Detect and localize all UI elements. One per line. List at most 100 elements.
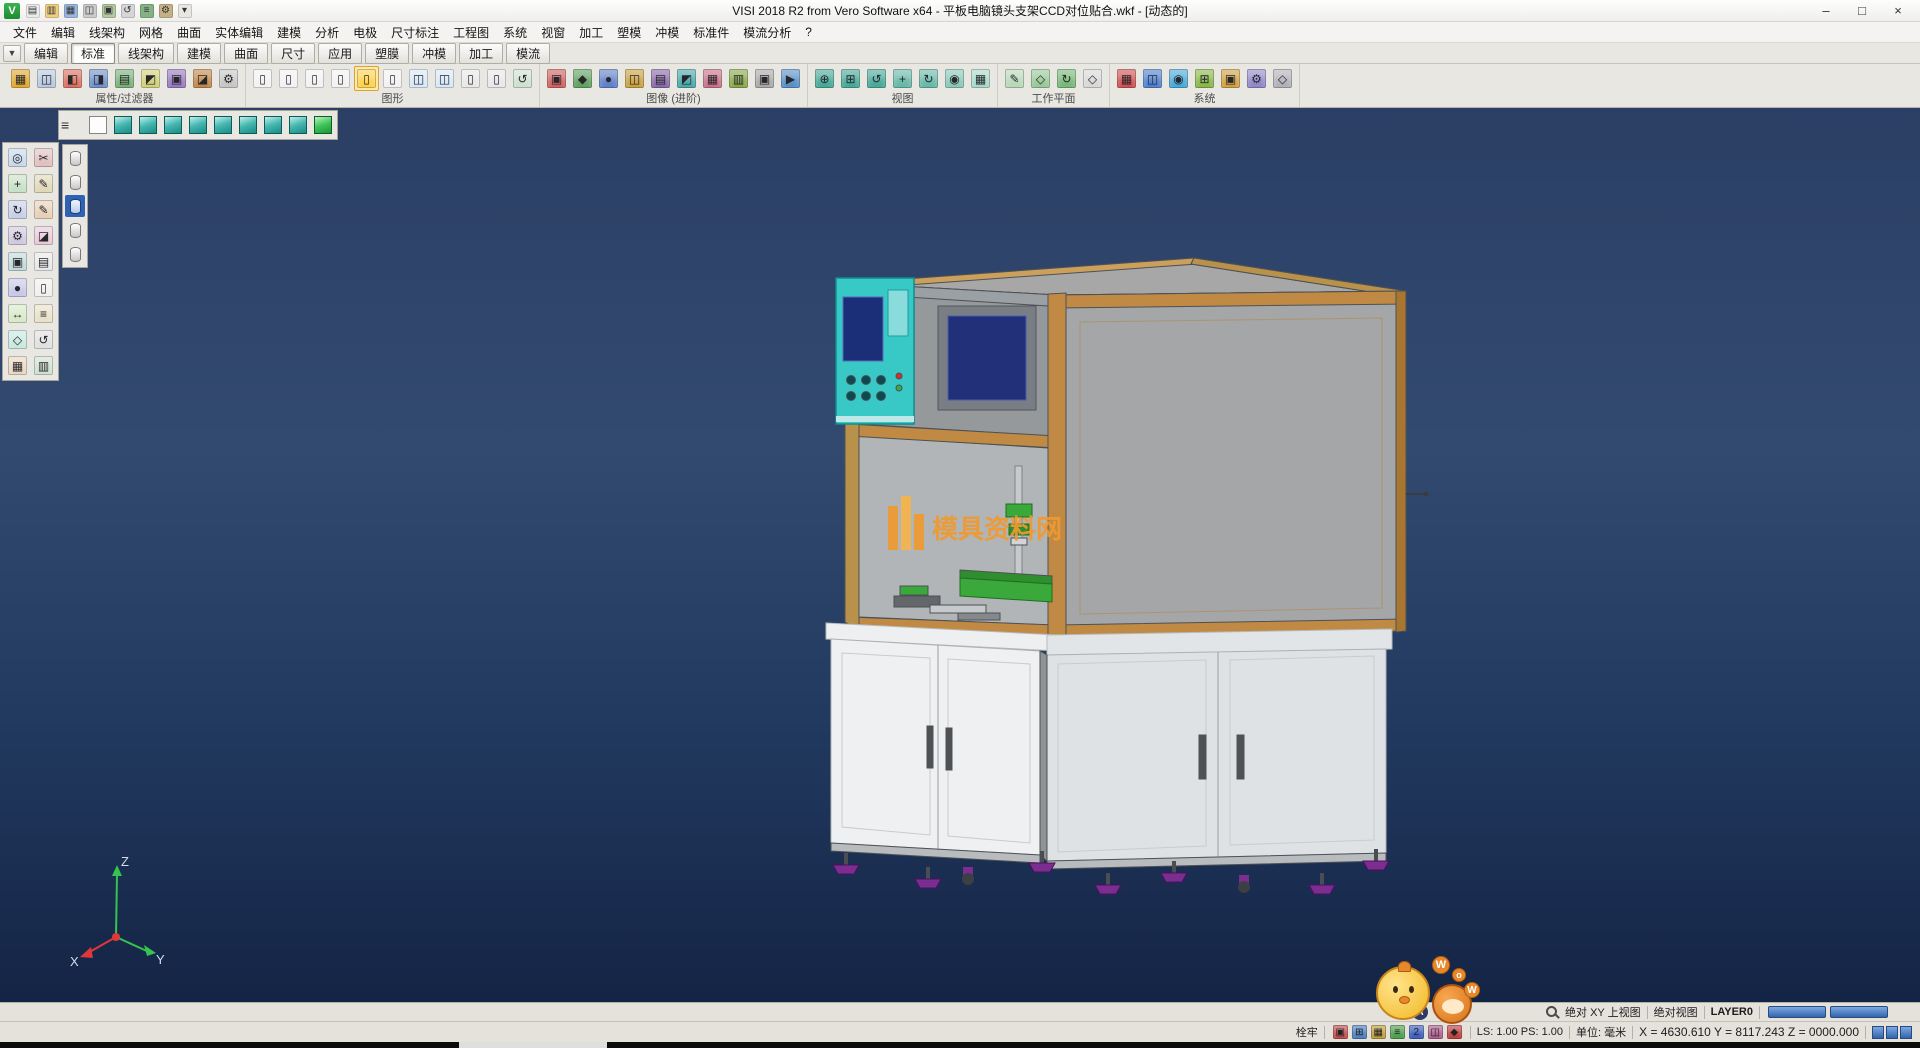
render-icon[interactable]: ▣: [544, 66, 569, 91]
right-view-icon[interactable]: [286, 113, 310, 137]
menu-die[interactable]: 冲模: [648, 22, 686, 43]
shaded-display-icon[interactable]: ▯: [276, 66, 301, 91]
zoom-previous-icon[interactable]: ↺: [864, 66, 889, 91]
os-taskbar[interactable]: [0, 1042, 1920, 1048]
solid-box-icon[interactable]: ▣: [5, 249, 30, 274]
tab-application[interactable]: 应用: [318, 43, 362, 64]
view-manager-icon[interactable]: ▦: [968, 66, 993, 91]
redraw-icon[interactable]: ↺: [510, 66, 535, 91]
tab-dropdown-button[interactable]: ▼: [3, 45, 21, 62]
absolute-view-label[interactable]: 绝对视图: [1654, 1004, 1698, 1020]
edit-point-icon[interactable]: ✎: [31, 171, 56, 196]
tab-modeling[interactable]: 建模: [177, 43, 221, 64]
color-edit-icon[interactable]: ◧: [60, 66, 85, 91]
match-properties-icon[interactable]: ⚙: [216, 66, 241, 91]
tab-surface[interactable]: 曲面: [224, 43, 268, 64]
snap-icon[interactable]: ⊞: [1350, 1024, 1369, 1041]
dynamic-iso-view-icon[interactable]: [311, 113, 335, 137]
snapshot-icon[interactable]: ▣: [752, 66, 777, 91]
zoom-extents-icon[interactable]: ⊕: [812, 66, 837, 91]
tab-dimension[interactable]: 尺寸: [271, 43, 315, 64]
pan-icon[interactable]: +: [890, 66, 915, 91]
modify-icon[interactable]: ⚙: [5, 223, 30, 248]
menu-electrode[interactable]: 电极: [346, 22, 384, 43]
menu-window[interactable]: 视窗: [534, 22, 572, 43]
viewport-canvas[interactable]: Z X Y 模具资料网: [0, 108, 1920, 1002]
tab-edit[interactable]: 编辑: [24, 43, 68, 64]
transparency-icon[interactable]: ▯: [354, 66, 379, 91]
scene-icon[interactable]: ▥: [726, 66, 751, 91]
sketch-icon[interactable]: ✎: [31, 197, 56, 222]
preview-icon[interactable]: ▣: [100, 2, 117, 19]
iso-view-sw-icon[interactable]: [186, 113, 210, 137]
front-view-icon[interactable]: [211, 113, 235, 137]
section-view-icon[interactable]: ▯: [380, 66, 405, 91]
box-wire-icon[interactable]: ◇: [5, 327, 30, 352]
viewbar-menu-icon[interactable]: ≡: [61, 113, 85, 137]
zoom-window-icon[interactable]: ⊞: [838, 66, 863, 91]
screen-config-icon[interactable]: ◫: [1140, 66, 1165, 91]
tab-machining[interactable]: 加工: [459, 43, 503, 64]
workplane-align-icon[interactable]: ◇: [1028, 66, 1053, 91]
blank-icon[interactable]: ▯: [458, 66, 483, 91]
workplane-rotate-icon[interactable]: ↻: [1054, 66, 1079, 91]
tab-mold[interactable]: 塑膜: [365, 43, 409, 64]
palette-icon[interactable]: ▦: [5, 353, 30, 378]
camera-icon[interactable]: ◫: [622, 66, 647, 91]
mask-icon[interactable]: ◩: [138, 66, 163, 91]
magnify-icon[interactable]: ◎: [5, 145, 30, 170]
filter-surfaces-icon[interactable]: [65, 195, 85, 217]
more-commands-icon[interactable]: ▾: [176, 2, 193, 19]
menu-machining[interactable]: 加工: [572, 22, 610, 43]
filter-points-icon[interactable]: [65, 171, 85, 193]
show-elements-icon[interactable]: ◫: [406, 66, 431, 91]
dynamic-view-icon[interactable]: ◉: [942, 66, 967, 91]
measure-icon[interactable]: ≡: [31, 301, 56, 326]
menu-wireframe[interactable]: 线架构: [82, 22, 132, 43]
rotate-view-icon[interactable]: ↻: [916, 66, 941, 91]
back-view-icon[interactable]: [236, 113, 260, 137]
settings-icon[interactable]: ⚙: [157, 2, 174, 19]
snap-settings-icon[interactable]: ▣: [1218, 66, 1243, 91]
tab-wireframe[interactable]: 线架构: [118, 43, 174, 64]
element-filter-icon[interactable]: ▤: [112, 66, 137, 91]
dynamic-hide-icon[interactable]: ▯: [328, 66, 353, 91]
search-icon[interactable]: [1546, 1006, 1557, 1017]
menu-system[interactable]: 系统: [496, 22, 534, 43]
machine-3d-model[interactable]: [826, 258, 1429, 894]
rotate-icon[interactable]: ↻: [5, 197, 30, 222]
close-button[interactable]: ×: [1880, 1, 1916, 21]
export-icon[interactable]: ▥: [31, 353, 56, 378]
workplane-create-icon[interactable]: ✎: [1002, 66, 1027, 91]
sphere-icon[interactable]: ●: [5, 275, 30, 300]
lights-icon[interactable]: ●: [596, 66, 621, 91]
menu-drafting[interactable]: 工程图: [446, 22, 496, 43]
viewport[interactable]: Z X Y 模具资料网 ≡ ◎✂+✎↻✎⚙◪▣▤●▯↔≡◇↺▦▥: [0, 108, 1920, 1002]
unblank-icon[interactable]: ▯: [484, 66, 509, 91]
hide-elements-icon[interactable]: ◫: [432, 66, 457, 91]
color-table-icon[interactable]: ▦: [1114, 66, 1139, 91]
move-icon[interactable]: +: [5, 171, 30, 196]
filter-all-icon[interactable]: [65, 147, 85, 169]
layers-icon[interactable]: ≡: [138, 2, 155, 19]
preferences-icon[interactable]: ⚙: [1244, 66, 1269, 91]
open-file-icon[interactable]: ▥: [43, 2, 60, 19]
undo-icon[interactable]: ↺: [119, 2, 136, 19]
menu-edit[interactable]: 编辑: [44, 22, 82, 43]
document-icon[interactable]: ▯: [31, 275, 56, 300]
save-icon[interactable]: ▦: [62, 2, 79, 19]
menu-dimension[interactable]: 尺寸标注: [384, 22, 446, 43]
new-file-icon[interactable]: ▤: [24, 2, 41, 19]
menu-help[interactable]: ?: [798, 23, 819, 41]
left-view-icon[interactable]: [261, 113, 285, 137]
tab-die[interactable]: 冲模: [412, 43, 456, 64]
dimension-icon[interactable]: ↔: [5, 301, 30, 326]
iso-view-nw-icon[interactable]: [136, 113, 160, 137]
shadows-icon[interactable]: ◩: [674, 66, 699, 91]
iso-view-ne-icon[interactable]: [111, 113, 135, 137]
menu-analysis[interactable]: 分析: [308, 22, 346, 43]
delete-icon[interactable]: ✂: [31, 145, 56, 170]
selection-filter-icon[interactable]: ▣: [1331, 1024, 1350, 1041]
style-icon[interactable]: ◪: [190, 66, 215, 91]
perspective-icon[interactable]: ◇: [1270, 66, 1295, 91]
